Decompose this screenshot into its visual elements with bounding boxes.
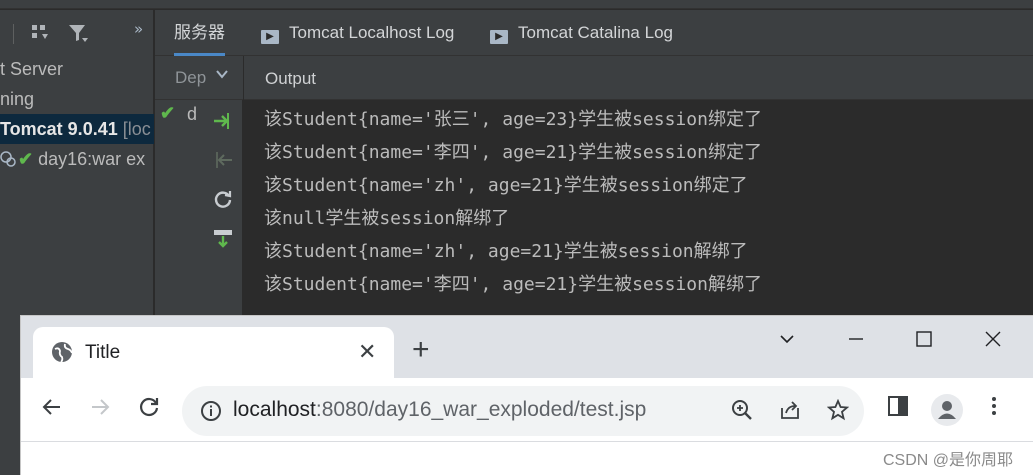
chevron-down-icon[interactable] [772, 326, 802, 356]
watermark: CSDN @是你周耶 [883, 452, 1014, 469]
url-host: localhost [233, 398, 316, 421]
tab-label: Tomcat Localhost Log [289, 23, 455, 42]
output-header: Output [244, 56, 1033, 100]
console-tab-icon: ▶ [261, 30, 279, 44]
deployed-check-icon: ✔ [18, 149, 34, 169]
more-actions-icon[interactable]: » [134, 20, 143, 38]
deployed-check-icon: ✔ [160, 103, 176, 123]
console-line: 该Student{name='李四', age=21}学生被session绑定了 [264, 142, 762, 163]
browser-toolbar: localhost:8080/day16_war_exploded/test.j… [21, 378, 1033, 442]
more-menu-icon[interactable] [979, 395, 1009, 425]
console-line: 该Student{name='zh', age=21}学生被session绑定了 [264, 175, 748, 196]
deployment-item[interactable]: ✔ d [155, 103, 205, 133]
tab-server[interactable]: 服务器 [174, 10, 225, 56]
tree-item-server[interactable]: t Server [0, 54, 154, 84]
tree-item-label: t Server [0, 59, 64, 79]
tree-item-tomcat[interactable]: Tomcat 9.0.41 [loc [0, 114, 154, 144]
service-tab-bar: 服务器 ▶ Tomcat Localhost Log ▶ Tomcat Catali… [155, 10, 1033, 56]
browser-tab-title: Title [85, 342, 121, 363]
filter-icon[interactable] [66, 22, 90, 46]
tree-item-running[interactable]: ning [0, 84, 154, 114]
refresh-icon[interactable] [210, 188, 236, 214]
tab-label: 服务器 [174, 23, 225, 42]
tree-item-location: [loc [122, 119, 151, 139]
page-content [21, 443, 1033, 475]
deploy-down-icon[interactable] [210, 227, 236, 253]
tree-item-label: Tomcat 9.0.41 [0, 119, 118, 139]
console-line: 该Student{name='张三', age=23}学生被session绑定了 [264, 109, 762, 130]
output-title: Output [265, 69, 317, 88]
close-icon[interactable] [978, 326, 1008, 356]
profile-avatar-icon[interactable] [931, 394, 963, 426]
tree-item-label: ning [0, 89, 35, 109]
maximize-icon[interactable] [909, 326, 939, 356]
new-tab-button[interactable]: + [412, 335, 430, 365]
tree-item-label: day16:war ex [38, 149, 146, 169]
ide-top-border [0, 0, 1033, 9]
info-icon[interactable] [200, 400, 222, 422]
deploy-all-icon[interactable] [210, 110, 236, 136]
reload-button[interactable] [134, 395, 164, 425]
tab-label: Tomcat Catalina Log [518, 23, 673, 42]
undeploy-icon[interactable] [210, 149, 236, 175]
tab-tomcat-catalina-log[interactable]: ▶ Tomcat Catalina Log [490, 10, 673, 56]
browser-tab-strip: Title ✕ + [21, 316, 1033, 378]
deployment-header[interactable]: Dep [155, 56, 243, 100]
close-tab-icon[interactable]: ✕ [358, 339, 376, 365]
globe-icon [51, 341, 73, 363]
url-text[interactable]: localhost:8080/day16_war_exploded/test.j… [233, 398, 646, 422]
share-icon[interactable] [777, 399, 803, 425]
tree-item-artifact[interactable]: ✔ day16:war ex [0, 144, 154, 174]
group-icon[interactable] [28, 22, 52, 46]
bookmark-star-icon[interactable] [825, 398, 851, 425]
toolbar-separator [13, 24, 14, 44]
minimize-icon[interactable] [841, 326, 871, 356]
chevron-down-icon[interactable] [215, 66, 229, 85]
deployment-item-label: d [187, 104, 198, 124]
side-panel-icon[interactable] [883, 395, 913, 425]
console-line: 该Student{name='zh', age=21}学生被session解绑了 [264, 241, 748, 262]
tab-tomcat-localhost-log[interactable]: ▶ Tomcat Localhost Log [261, 10, 454, 56]
artifact-icon [0, 144, 18, 174]
forward-button[interactable] [85, 395, 115, 425]
console-line: 该Student{name='李四', age=21}学生被session解绑了 [264, 274, 762, 295]
browser-window: Title ✕ + localhost:8080/day16_war_explo… [20, 315, 1033, 475]
console-tab-icon: ▶ [490, 30, 508, 44]
address-bar[interactable]: localhost:8080/day16_war_exploded/test.j… [182, 386, 864, 436]
back-button[interactable] [37, 395, 67, 425]
services-toolbar: » [0, 10, 154, 56]
url-path: :8080/day16_war_exploded/test.jsp [315, 398, 647, 421]
deployment-header-label: Dep [175, 68, 207, 87]
browser-tab[interactable]: Title ✕ [33, 327, 394, 378]
zoom-icon[interactable] [729, 399, 755, 425]
console-line: 该null学生被session解绑了 [264, 208, 510, 229]
